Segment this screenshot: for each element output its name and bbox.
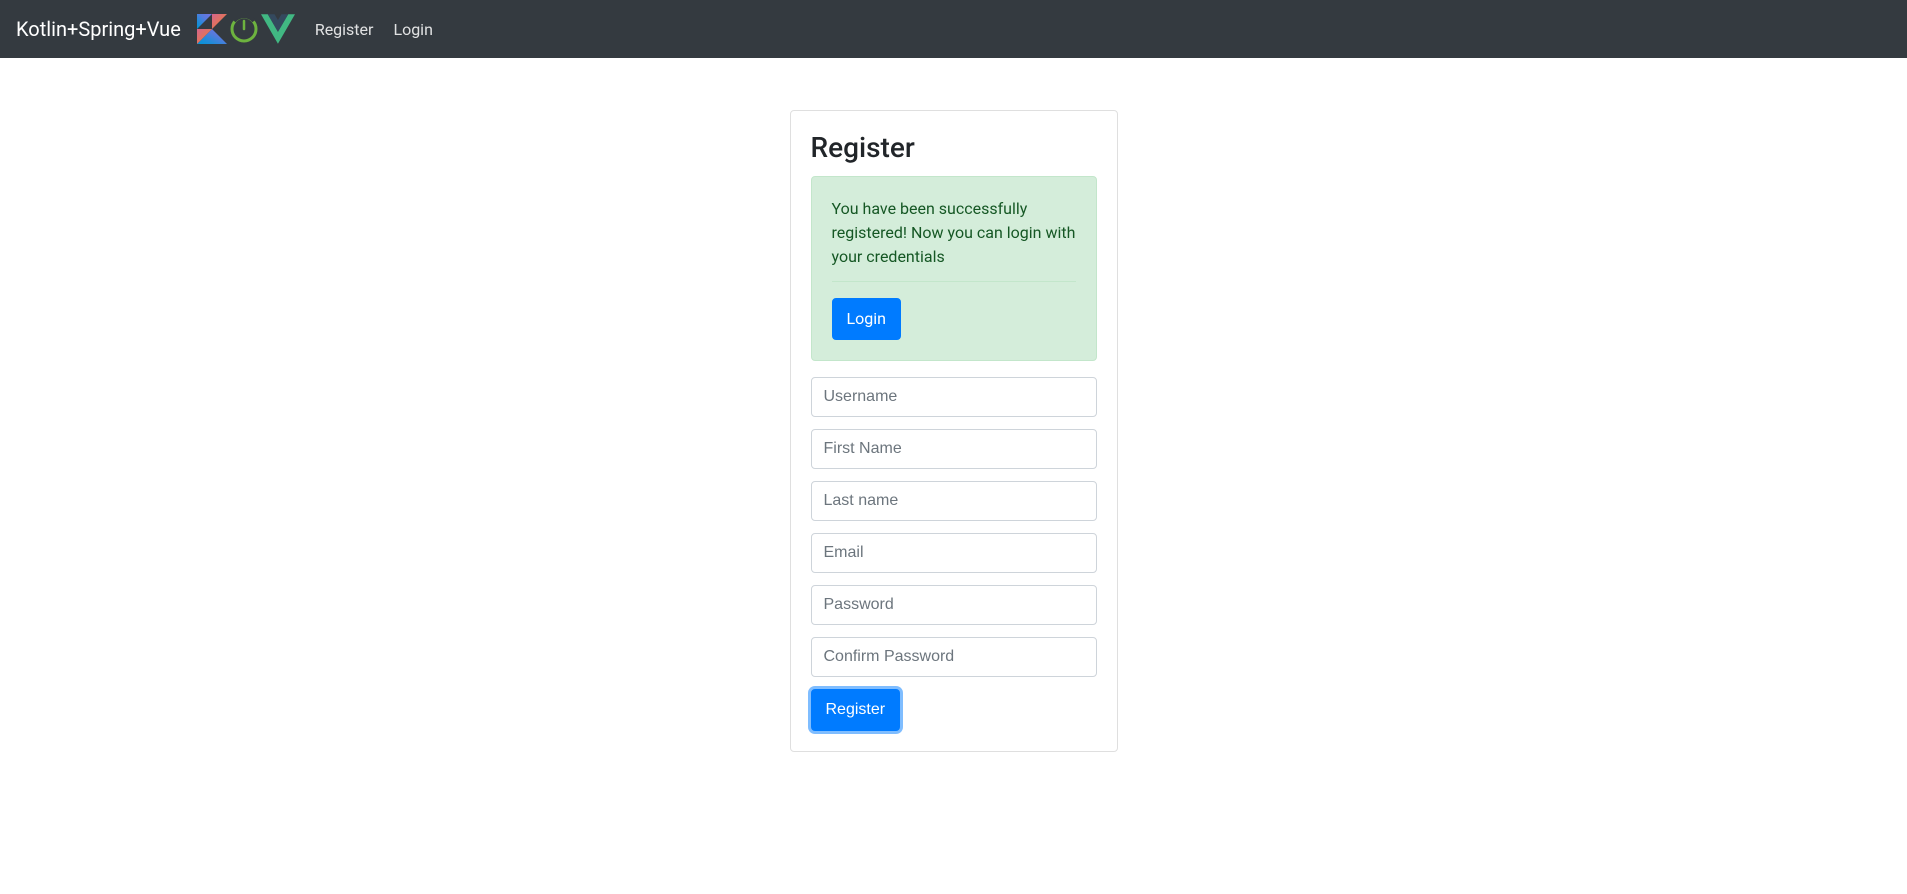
email-input[interactable] <box>811 533 1097 573</box>
navbar-brand[interactable]: Kotlin+Spring+Vue <box>16 17 181 41</box>
kotlin-icon <box>197 14 227 44</box>
username-input[interactable] <box>811 377 1097 417</box>
nav-link-login[interactable]: Login <box>393 20 432 39</box>
alert-divider <box>832 281 1076 282</box>
register-button[interactable]: Register <box>811 689 901 731</box>
navbar-nav: Register Login <box>315 20 433 39</box>
confirm-password-input[interactable] <box>811 637 1097 677</box>
spring-icon <box>229 14 259 44</box>
navbar: Kotlin+Spring+Vue <box>0 0 1907 58</box>
success-alert: You have been successfully registered! N… <box>811 176 1097 361</box>
register-card: Register You have been successfully regi… <box>790 110 1118 752</box>
lastname-input[interactable] <box>811 481 1097 521</box>
navbar-logo <box>197 14 295 44</box>
main-content: Register You have been successfully regi… <box>0 58 1907 752</box>
firstname-input[interactable] <box>811 429 1097 469</box>
alert-login-button[interactable]: Login <box>832 298 901 340</box>
password-input[interactable] <box>811 585 1097 625</box>
nav-link-register[interactable]: Register <box>315 20 374 39</box>
vue-icon <box>261 14 295 44</box>
register-form: Register <box>811 377 1097 731</box>
card-title: Register <box>811 131 1097 164</box>
alert-message: You have been successfully registered! N… <box>832 197 1076 269</box>
